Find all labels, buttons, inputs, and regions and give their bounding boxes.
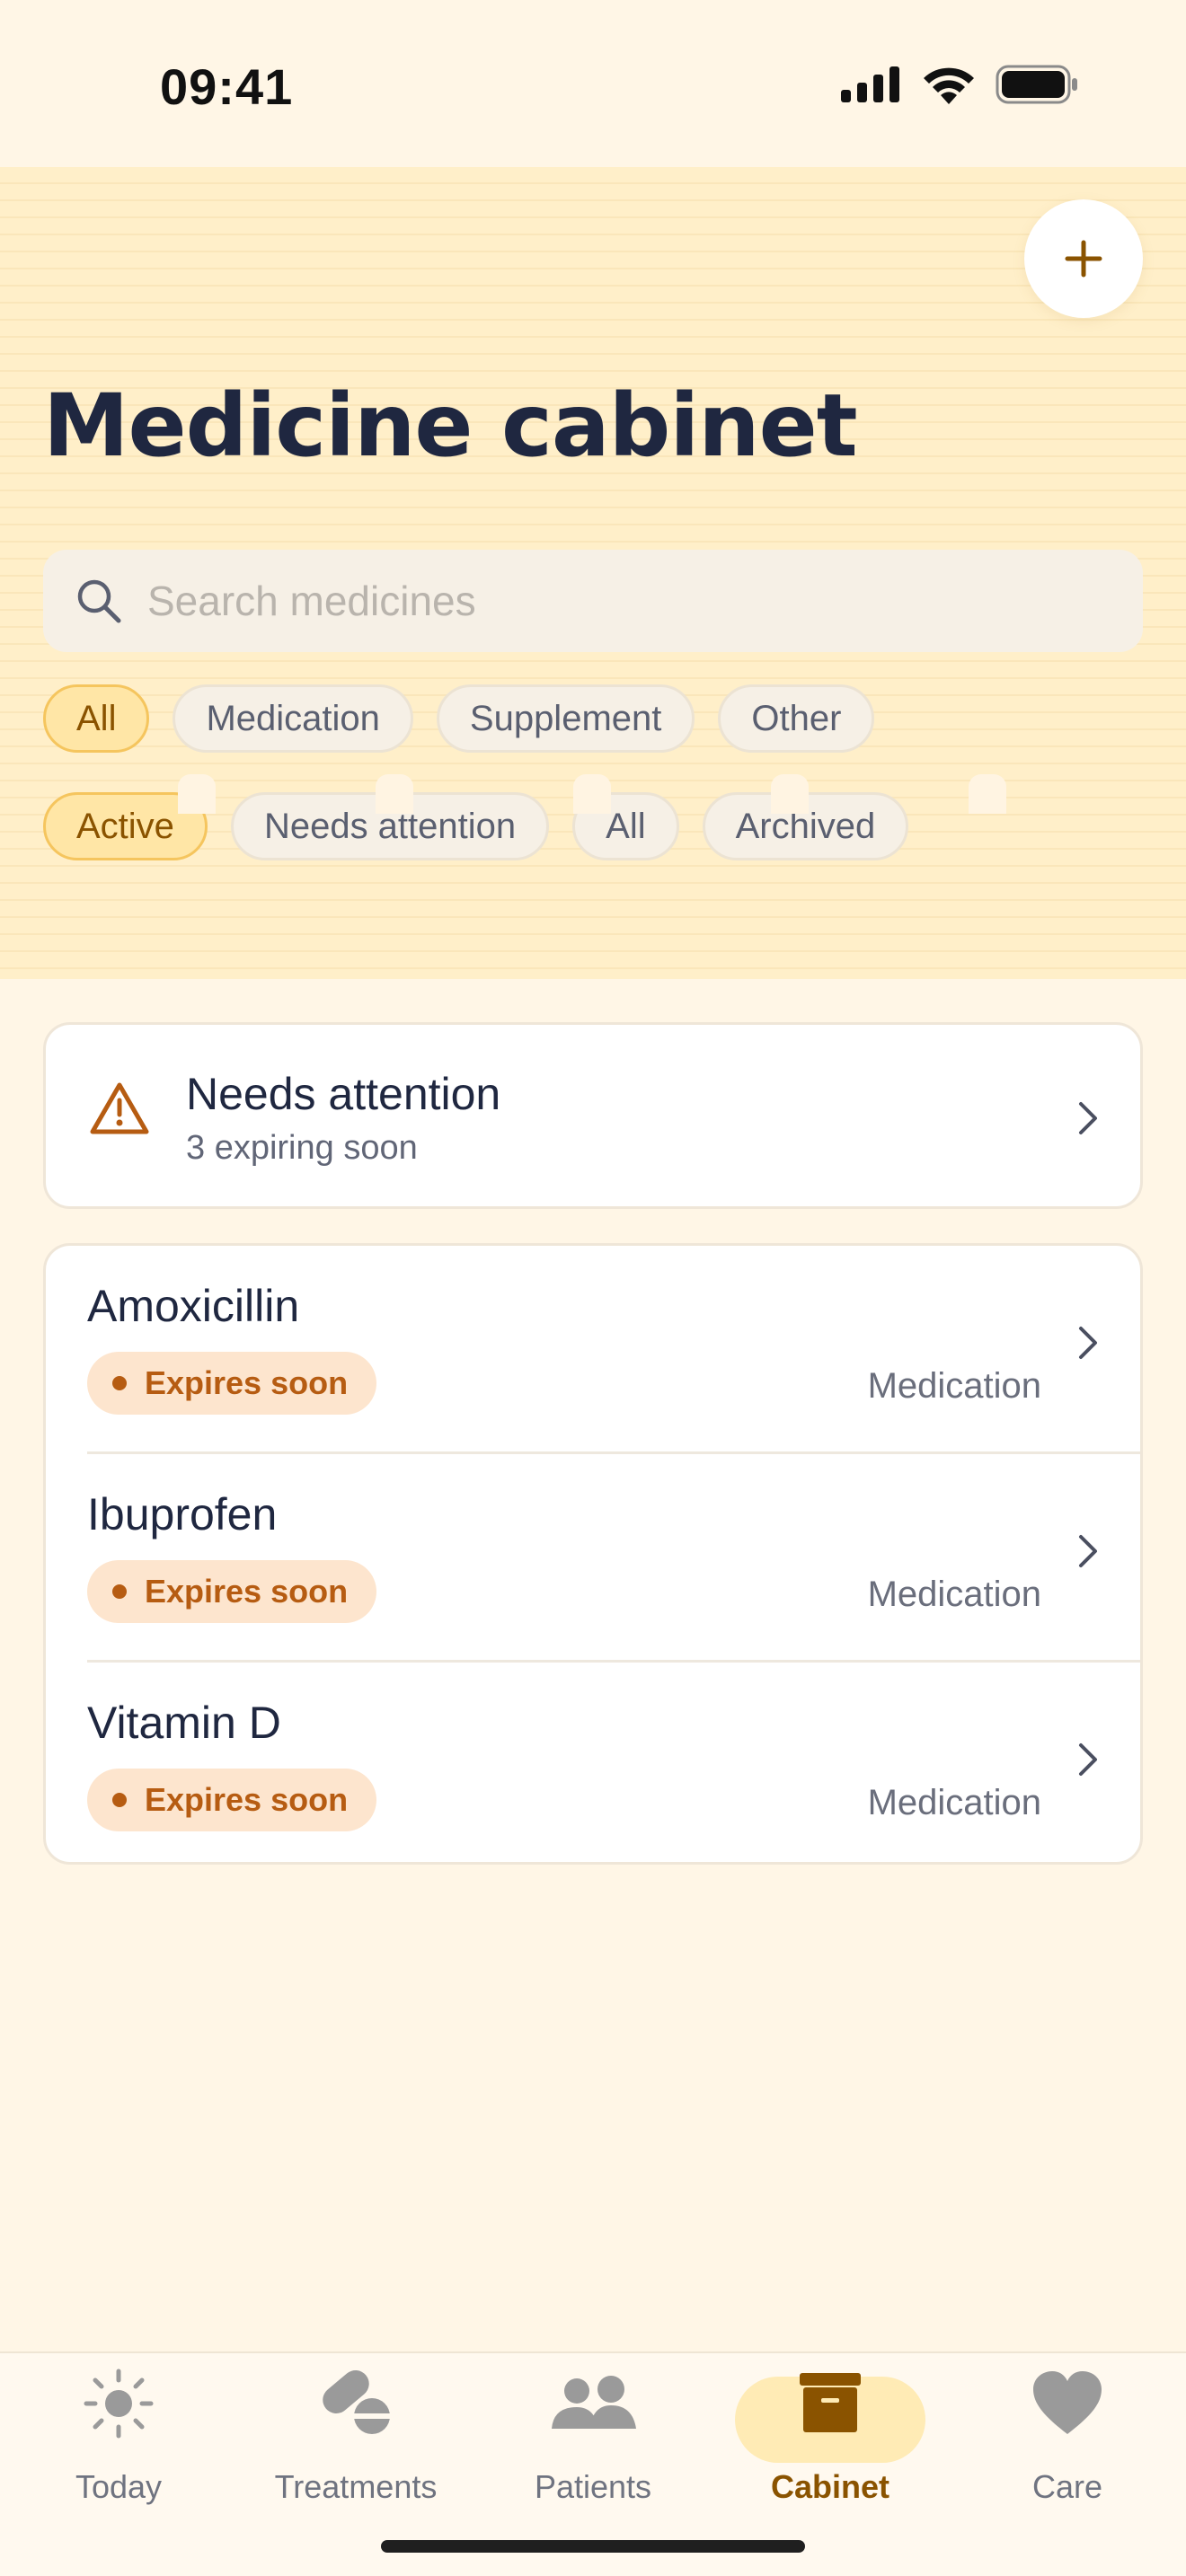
- attention-title: Needs attention: [186, 1069, 501, 1119]
- search-bar[interactable]: [43, 550, 1143, 652]
- pill-icon: [323, 2370, 390, 2434]
- medicine-category: Medication: [867, 1575, 1041, 1614]
- status-icons: [841, 65, 1078, 104]
- medicine-category: Medication: [867, 1366, 1041, 1406]
- people-icon: [552, 2376, 636, 2429]
- chip-type-all[interactable]: All: [43, 684, 150, 753]
- search-input[interactable]: [147, 577, 1046, 625]
- wifi-icon: [924, 67, 974, 104]
- chevron-right-icon: [1079, 1327, 1097, 1359]
- medicine-list: Amoxicillin Expires soon Medication Ibup…: [43, 1243, 1143, 1865]
- badge-label: Expires soon: [145, 1573, 349, 1610]
- add-medicine-button[interactable]: [1024, 199, 1143, 318]
- dot-icon: [112, 1376, 127, 1390]
- list-item[interactable]: Vitamin D Expires soon Medication: [46, 1663, 1140, 1871]
- medicine-name: Vitamin D: [87, 1698, 281, 1748]
- type-filter-row: All Medication Supplement Other: [43, 684, 875, 753]
- tab-label: Treatments: [274, 2468, 438, 2505]
- tab-cabinet[interactable]: Cabinet: [712, 2353, 949, 2533]
- decorative-tab: [969, 774, 1006, 814]
- tab-treatments[interactable]: Treatments: [237, 2353, 474, 2533]
- status-badge: Expires soon: [87, 1560, 377, 1623]
- chevron-right-icon: [1079, 1102, 1097, 1134]
- decorative-tab: [771, 774, 809, 814]
- sun-icon: [84, 2369, 154, 2439]
- tab-care[interactable]: Care: [949, 2353, 1186, 2533]
- search-icon: [77, 579, 121, 623]
- plus-icon: [1065, 240, 1102, 278]
- tab-label: Patients: [534, 2468, 652, 2505]
- decorative-tab: [376, 774, 413, 814]
- medicine-category: Medication: [867, 1783, 1041, 1822]
- chip-type-supplement[interactable]: Supplement: [436, 684, 695, 753]
- dot-icon: [112, 1793, 127, 1807]
- tab-label: Today: [75, 2468, 163, 2505]
- chevron-right-icon: [1079, 1535, 1097, 1567]
- tab-today[interactable]: Today: [0, 2353, 237, 2533]
- warning-icon: [90, 1082, 149, 1134]
- dot-icon: [112, 1584, 127, 1599]
- list-item[interactable]: Amoxicillin Expires soon Medication: [46, 1246, 1140, 1454]
- cabinet-icon: [800, 2373, 861, 2432]
- badge-label: Expires soon: [145, 1781, 349, 1818]
- decorative-tab: [178, 774, 216, 814]
- chevron-right-icon: [1079, 1743, 1097, 1776]
- medicine-name: Ibuprofen: [87, 1489, 278, 1539]
- heart-icon: [1033, 2371, 1102, 2434]
- tab-patients[interactable]: Patients: [474, 2353, 712, 2533]
- chip-type-medication[interactable]: Medication: [173, 684, 413, 753]
- attention-subtitle: 3 expiring soon: [186, 1129, 418, 1167]
- signal-icon: [841, 66, 899, 102]
- battery-icon: [996, 65, 1077, 104]
- medicine-name: Amoxicillin: [87, 1281, 300, 1331]
- status-bar: 09:41: [0, 0, 1186, 167]
- tab-label: Care: [1031, 2468, 1103, 2505]
- status-badge: Expires soon: [87, 1769, 377, 1831]
- page-title: Medicine cabinet: [43, 375, 858, 476]
- status-time: 09:41: [160, 58, 294, 115]
- chip-type-other[interactable]: Other: [718, 684, 875, 753]
- home-indicator[interactable]: [381, 2540, 805, 2553]
- needs-attention-card[interactable]: Needs attention 3 expiring soon: [43, 1022, 1143, 1209]
- badge-label: Expires soon: [145, 1364, 349, 1401]
- decorative-tab: [573, 774, 611, 814]
- header: Medicine cabinet All Medication Suppleme…: [0, 167, 1186, 979]
- status-badge: Expires soon: [87, 1352, 377, 1415]
- tab-label: Cabinet: [770, 2468, 890, 2505]
- list-item[interactable]: Ibuprofen Expires soon Medication: [46, 1454, 1140, 1663]
